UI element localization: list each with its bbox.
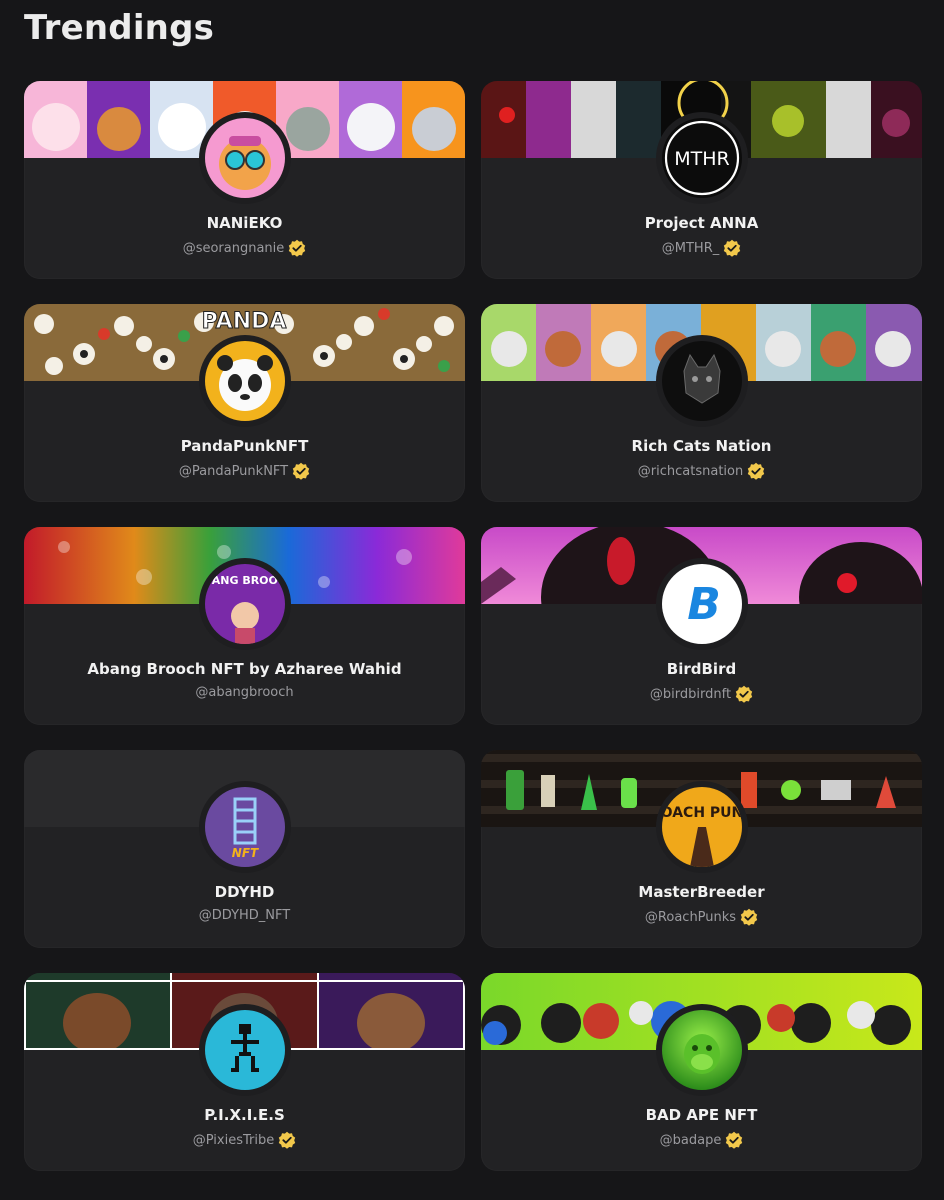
avatar-frame: ROACH PUNK	[655, 781, 748, 873]
collection-card-ddyhd[interactable]: NFT DDYHD @DDYHD_NFT	[24, 750, 465, 948]
handle-row: @richcatsnation	[481, 462, 922, 480]
ddyhd-logo-text: NFT	[231, 846, 258, 860]
collection-handle[interactable]: @PandaPunkNFT	[179, 464, 288, 479]
cat-with-goggles-avatar	[204, 118, 285, 198]
collection-handle[interactable]: @abangbrooch	[195, 685, 293, 700]
collection-card-pixies[interactable]: P.I.X.I.E.S @PixiesTribe	[24, 973, 465, 1171]
verified-badge-icon	[735, 685, 753, 703]
b-logo-avatar: B	[661, 564, 742, 644]
abang-brooch-avatar: ABANG BROOCH	[204, 564, 285, 644]
handle-row: @birdbirdnft	[481, 685, 922, 703]
handle-row: @PandaPunkNFT	[24, 462, 465, 480]
verified-badge-icon	[723, 239, 741, 257]
ddyhd-logo-avatar: NFT	[204, 787, 285, 867]
collection-card-abang-brooch[interactable]: ABANG BROOCH Abang Brooch NFT by Azharee…	[24, 527, 465, 725]
avatar-frame	[198, 1004, 291, 1096]
collection-card-bad-ape-nft[interactable]: BAD APE NFT @badape	[481, 973, 922, 1171]
avatar-frame	[655, 335, 748, 427]
collection-handle[interactable]: @PixiesTribe	[193, 1133, 274, 1148]
black-cat-avatar	[661, 341, 742, 421]
verified-badge-icon	[725, 1131, 743, 1149]
avatar-frame	[655, 1004, 748, 1096]
collection-name: PandaPunkNFT	[180, 437, 309, 455]
collection-handle[interactable]: @DDYHD_NFT	[199, 908, 290, 923]
handle-row: @abangbrooch	[24, 685, 465, 700]
avatar-frame	[198, 335, 291, 427]
collection-name: NANiEKO	[206, 214, 283, 232]
collection-name: BAD APE NFT	[645, 1106, 758, 1124]
panda-face-avatar	[204, 341, 285, 421]
roach-punk-logo-text: ROACH PUNK	[662, 805, 742, 821]
collection-name: Project ANNA	[644, 214, 759, 232]
collection-handle[interactable]: @seorangnanie	[183, 241, 285, 256]
avatar-frame: B	[655, 558, 748, 650]
green-ape-avatar	[661, 1010, 742, 1090]
collection-handle[interactable]: @MTHR_	[662, 241, 719, 256]
handle-row: @PixiesTribe	[24, 1131, 465, 1149]
collection-card-birdbird[interactable]: B BirdBird @birdbirdnft	[481, 527, 922, 725]
collection-name: DDYHD	[214, 883, 275, 901]
trending-grid: NANiEKO @seorangnanie MTHR Project ANNA …	[24, 81, 922, 1171]
collection-handle[interactable]: @birdbirdnft	[650, 687, 731, 702]
verified-badge-icon	[278, 1131, 296, 1149]
roach-punk-avatar: ROACH PUNK	[661, 787, 742, 867]
handle-row: @seorangnanie	[24, 239, 465, 257]
verified-badge-icon	[292, 462, 310, 480]
verified-badge-icon	[747, 462, 765, 480]
collection-card-project-anna[interactable]: MTHR Project ANNA @MTHR_	[481, 81, 922, 279]
collection-card-masterbreeder[interactable]: ROACH PUNK MasterBreeder @RoachPunks	[481, 750, 922, 948]
handle-row: @RoachPunks	[481, 908, 922, 926]
avatar-frame	[198, 112, 291, 204]
collection-name: P.I.X.I.E.S	[204, 1106, 285, 1124]
collection-name: Rich Cats Nation	[631, 437, 772, 455]
page-title: Trendings	[24, 8, 215, 48]
handle-row: @MTHR_	[481, 239, 922, 257]
b-logo-text: B	[687, 579, 721, 630]
collection-handle[interactable]: @richcatsnation	[638, 464, 743, 479]
pixel-figure-avatar	[204, 1010, 285, 1090]
avatar-frame: ABANG BROOCH	[198, 558, 291, 650]
collection-handle[interactable]: @badape	[660, 1133, 722, 1148]
mthr-logo-avatar: MTHR	[661, 118, 742, 198]
abang-brooch-logo-text: ABANG BROOCH	[205, 574, 285, 587]
avatar-frame: NFT	[198, 781, 291, 873]
collection-card-pandapunknft[interactable]: PANDA PandaPunkNFT @PandaPunkNFT	[24, 304, 465, 502]
collection-name: BirdBird	[666, 660, 737, 678]
avatar-frame: MTHR	[655, 112, 748, 204]
collection-card-rich-cats-nation[interactable]: Rich Cats Nation @richcatsnation	[481, 304, 922, 502]
panda-banner-logo-text: PANDA	[202, 309, 287, 334]
collection-handle[interactable]: @RoachPunks	[645, 910, 736, 925]
collection-name: Abang Brooch NFT by Azharee Wahid	[87, 660, 402, 678]
collection-name: MasterBreeder	[638, 883, 765, 901]
verified-badge-icon	[740, 908, 758, 926]
handle-row: @DDYHD_NFT	[24, 908, 465, 923]
collection-card-nanieko[interactable]: NANiEKO @seorangnanie	[24, 81, 465, 279]
verified-badge-icon	[288, 239, 306, 257]
handle-row: @badape	[481, 1131, 922, 1149]
mthr-logo-text: MTHR	[674, 148, 730, 170]
